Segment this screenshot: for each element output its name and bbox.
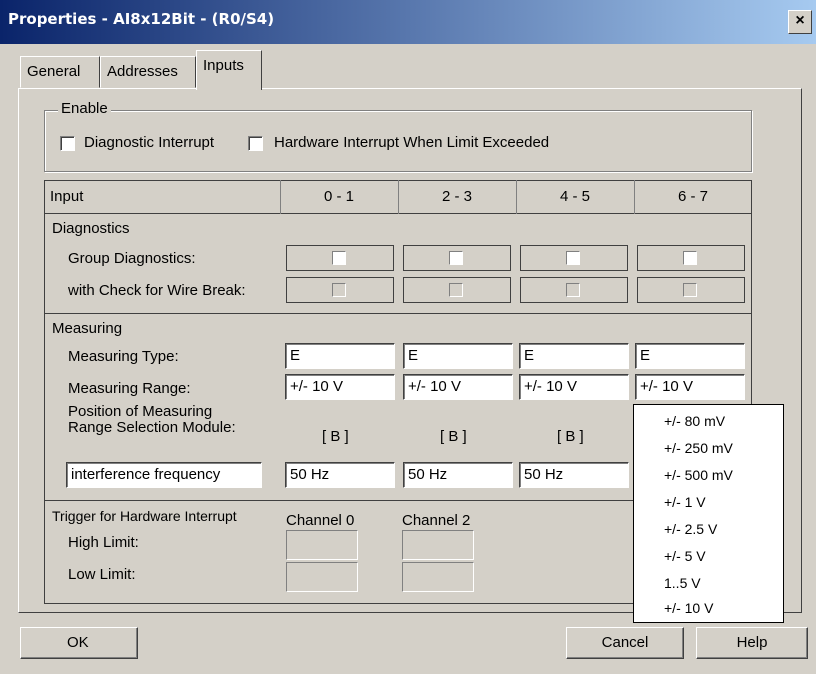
group-diagnostics-cell[interactable] xyxy=(403,245,511,271)
checkbox[interactable] xyxy=(566,251,580,265)
measuring-range-dropdown[interactable]: +/- 80 mV +/- 250 mV +/- 500 mV +/- 1 V … xyxy=(633,404,784,623)
measuring-type-select[interactable]: E xyxy=(519,343,629,369)
dropdown-option[interactable]: 1..5 V xyxy=(664,575,701,591)
interference-frequency-select[interactable]: 50 Hz xyxy=(403,462,513,488)
position-value: [ B ] xyxy=(557,428,584,445)
high-limit-label: High Limit: xyxy=(68,534,139,551)
divider xyxy=(280,180,281,214)
interference-frequency-select[interactable]: 50 Hz xyxy=(519,462,629,488)
dropdown-option[interactable]: +/- 500 mV xyxy=(664,467,733,483)
wire-break-cell xyxy=(286,277,394,303)
measuring-range-select[interactable]: +/- 10 V xyxy=(519,374,629,400)
wire-break-cell xyxy=(403,277,511,303)
table-header-col: 4 - 5 xyxy=(516,180,634,214)
interference-frequency-select[interactable]: 50 Hz xyxy=(285,462,395,488)
table-header-col: 6 - 7 xyxy=(634,180,752,214)
dropdown-option[interactable]: +/- 5 V xyxy=(664,548,706,564)
dropdown-option[interactable]: +/- 2.5 V xyxy=(664,521,717,537)
checkbox xyxy=(683,283,697,297)
wire-break-cell xyxy=(637,277,745,303)
measuring-range-label: Measuring Range: xyxy=(68,380,191,397)
tab-general[interactable]: General xyxy=(20,56,100,88)
window-title: Properties - AI8x12Bit - (R0/S4) xyxy=(8,10,275,28)
hardware-interrupt-label: Hardware Interrupt When Limit Exceeded xyxy=(274,134,550,151)
wire-break-label: with Check for Wire Break: xyxy=(68,282,246,299)
dropdown-option[interactable]: +/- 10 V xyxy=(664,600,713,616)
table-header-input: Input xyxy=(44,180,280,214)
measuring-type-select[interactable]: E xyxy=(403,343,513,369)
tab-inputs[interactable]: Inputs xyxy=(196,50,262,90)
checkbox xyxy=(449,283,463,297)
table-header-col: 2 - 3 xyxy=(398,180,516,214)
table-header-col: 0 - 1 xyxy=(280,180,398,214)
divider xyxy=(634,180,635,214)
low-limit-label: Low Limit: xyxy=(68,566,136,583)
high-limit-field-ch2 xyxy=(402,530,474,560)
ok-button[interactable]: OK xyxy=(20,627,138,659)
group-diagnostics-cell[interactable] xyxy=(637,245,745,271)
interference-frequency-label: interference frequency xyxy=(66,462,262,488)
channel-label: Channel 0 xyxy=(286,512,355,529)
close-button[interactable]: × xyxy=(788,10,812,34)
channel-label: Channel 2 xyxy=(402,512,471,529)
group-diagnostics-label: Group Diagnostics: xyxy=(68,250,196,267)
tab-addresses[interactable]: Addresses xyxy=(100,56,196,88)
diagnostic-interrupt-checkbox[interactable] xyxy=(60,136,75,151)
measuring-type-select[interactable]: E xyxy=(635,343,745,369)
measuring-type-label: Measuring Type: xyxy=(68,348,179,365)
checkbox xyxy=(332,283,346,297)
dropdown-option[interactable]: +/- 250 mV xyxy=(664,440,733,456)
dropdown-option[interactable]: +/- 1 V xyxy=(664,494,706,510)
measuring-type-select[interactable]: E xyxy=(285,343,395,369)
wire-break-cell xyxy=(520,277,628,303)
position-label-line1: Position of Measuring xyxy=(68,403,213,420)
diagnostics-title: Diagnostics xyxy=(52,220,130,237)
position-label-line2: Range Selection Module: xyxy=(68,419,236,436)
group-diagnostics-cell[interactable] xyxy=(286,245,394,271)
position-value: [ B ] xyxy=(440,428,467,445)
diagnostic-interrupt-label: Diagnostic Interrupt xyxy=(84,134,215,151)
divider xyxy=(516,180,517,214)
position-value: [ B ] xyxy=(322,428,349,445)
divider xyxy=(398,180,399,214)
high-limit-field-ch0 xyxy=(286,530,358,560)
checkbox xyxy=(566,283,580,297)
measuring-title: Measuring xyxy=(52,320,123,337)
dropdown-option[interactable]: +/- 80 mV xyxy=(664,413,725,429)
low-limit-field-ch2 xyxy=(402,562,474,592)
measuring-range-select[interactable]: +/- 10 V xyxy=(403,374,513,400)
hardware-interrupt-checkbox[interactable] xyxy=(248,136,263,151)
checkbox[interactable] xyxy=(449,251,463,265)
checkbox[interactable] xyxy=(683,251,697,265)
group-diagnostics-cell[interactable] xyxy=(520,245,628,271)
low-limit-field-ch0 xyxy=(286,562,358,592)
measuring-range-select[interactable]: +/- 10 V xyxy=(285,374,395,400)
cancel-button[interactable]: Cancel xyxy=(566,627,684,659)
measuring-range-select[interactable]: +/- 10 V xyxy=(635,374,745,400)
help-button[interactable]: Help xyxy=(696,627,808,659)
trigger-title: Trigger for Hardware Interrupt xyxy=(52,508,237,524)
enable-legend: Enable xyxy=(58,100,111,117)
checkbox[interactable] xyxy=(332,251,346,265)
section-divider xyxy=(44,313,752,314)
